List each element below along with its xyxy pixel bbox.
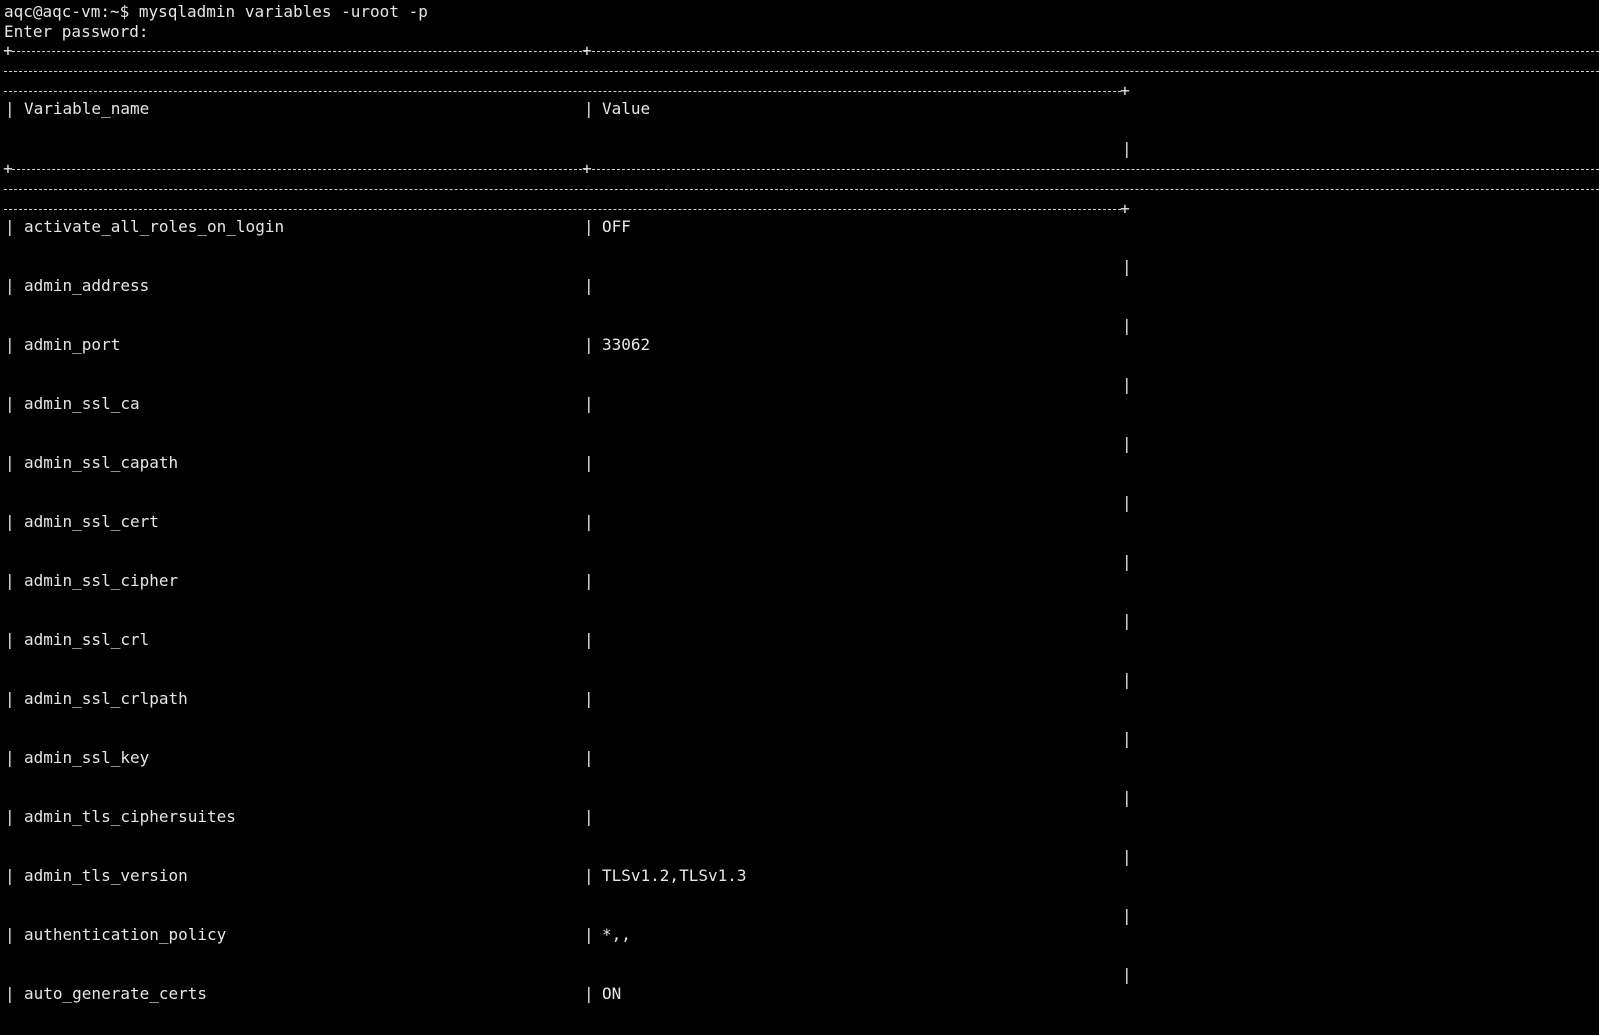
table-border-top: + + +	[0, 40, 1599, 100]
cell-separator: |	[5, 453, 15, 472]
variable-value-cell: 33062	[602, 335, 651, 354]
terminal-window[interactable]: aqc@aqc-vm:~$ mysqladmin variables -uroo…	[0, 0, 1599, 1035]
cell-separator: |	[5, 276, 15, 295]
cell-separator: |	[5, 984, 15, 1003]
cell-separator: |	[584, 748, 594, 767]
cell-separator: |	[584, 807, 594, 826]
table-row: | admin_ssl_cipher | |	[0, 571, 1599, 630]
cell-separator: |	[5, 630, 15, 649]
table-row: | admin_port | 33062 |	[0, 335, 1599, 394]
column-header-variable-name: Variable_name	[24, 99, 150, 118]
cell-separator: |	[1122, 847, 1132, 866]
cell-separator: |	[584, 217, 594, 236]
cell-separator: |	[584, 571, 594, 590]
table-row: | auto_generate_certs | ON	[0, 984, 1599, 1035]
cell-separator: |	[584, 925, 594, 944]
table-row: | admin_address | |	[0, 276, 1599, 335]
cell-separator: |	[1122, 729, 1132, 748]
cell-separator: |	[584, 276, 594, 295]
cell-separator: |	[5, 394, 15, 413]
cell-separator: |	[1122, 552, 1132, 571]
table-row: | admin_ssl_capath | |	[0, 453, 1599, 512]
variable-name-cell: admin_ssl_cert	[24, 512, 159, 531]
variable-value-cell: TLSv1.2,TLSv1.3	[602, 866, 747, 885]
table-row: | admin_ssl_ca | |	[0, 394, 1599, 453]
variable-name-cell: admin_address	[24, 276, 150, 295]
table-header: | Variable_name | Value |	[5, 99, 1132, 158]
column-header-value: Value	[602, 99, 651, 118]
cell-separator: |	[584, 689, 594, 708]
cell-separator: |	[1122, 788, 1132, 807]
variable-name-cell: admin_ssl_key	[24, 748, 150, 767]
cell-separator: |	[5, 866, 15, 885]
variable-name-cell: activate_all_roles_on_login	[24, 217, 285, 236]
table-border-header: + + +	[0, 158, 1599, 218]
cell-separator: |	[584, 630, 594, 649]
cell-separator: |	[1122, 257, 1132, 276]
cell-separator: |	[584, 335, 594, 354]
variable-name-cell: admin_ssl_crlpath	[24, 689, 188, 708]
cell-separator: |	[5, 689, 15, 708]
variable-name-cell: admin_ssl_cipher	[24, 571, 179, 590]
variable-name-cell: admin_port	[24, 335, 121, 354]
cell-separator: |	[1122, 375, 1132, 394]
table-row: | admin_ssl_crl | |	[0, 630, 1599, 689]
variable-name-cell: admin_ssl_crl	[24, 630, 150, 649]
variable-name-cell: auto_generate_certs	[24, 984, 208, 1003]
command-line: aqc@aqc-vm:~$ mysqladmin variables -uroo…	[4, 2, 428, 21]
cell-separator: |	[584, 394, 594, 413]
table-row: | admin_tls_version | TLSv1.2,TLSv1.3 |	[0, 866, 1599, 925]
cell-separator: |	[5, 512, 15, 531]
cell-separator: |	[584, 453, 594, 472]
variable-name-cell: admin_tls_ciphersuites	[24, 807, 236, 826]
cell-separator: |	[584, 866, 594, 885]
cell-separator: |	[1122, 906, 1132, 925]
cell-separator: |	[5, 925, 15, 944]
variable-name-cell: admin_tls_version	[24, 866, 188, 885]
table-row: | authentication_policy | *,, |	[0, 925, 1599, 984]
table-row: | admin_tls_ciphersuites | |	[0, 807, 1599, 866]
table-row: | activate_all_roles_on_login | OFF |	[0, 217, 1599, 276]
variable-name-cell: admin_ssl_ca	[24, 394, 140, 413]
cell-separator: |	[584, 512, 594, 531]
variable-name-cell: admin_ssl_capath	[24, 453, 179, 472]
cell-separator: |	[5, 335, 15, 354]
cell-separator: |	[5, 807, 15, 826]
table-row: | admin_ssl_cert | |	[0, 512, 1599, 571]
variable-name-cell: authentication_policy	[24, 925, 227, 944]
cell-separator: |	[1122, 493, 1132, 512]
variable-value-cell: ON	[602, 984, 622, 1003]
variable-value-cell: *,,	[602, 925, 631, 944]
cell-separator: |	[1122, 670, 1132, 689]
cell-separator: |	[1122, 965, 1132, 984]
cell-separator: |	[1122, 611, 1132, 630]
cell-separator: |	[5, 571, 15, 590]
cell-separator: |	[5, 748, 15, 767]
cell-separator: |	[1122, 434, 1132, 453]
cell-separator: |	[1122, 316, 1132, 335]
cell-separator: |	[584, 984, 594, 1003]
password-prompt: Enter password:	[4, 22, 149, 41]
cell-separator: |	[5, 217, 15, 236]
variable-value-cell: OFF	[602, 217, 631, 236]
table-row: | admin_ssl_key | |	[0, 748, 1599, 807]
table-row: | admin_ssl_crlpath | |	[0, 689, 1599, 748]
